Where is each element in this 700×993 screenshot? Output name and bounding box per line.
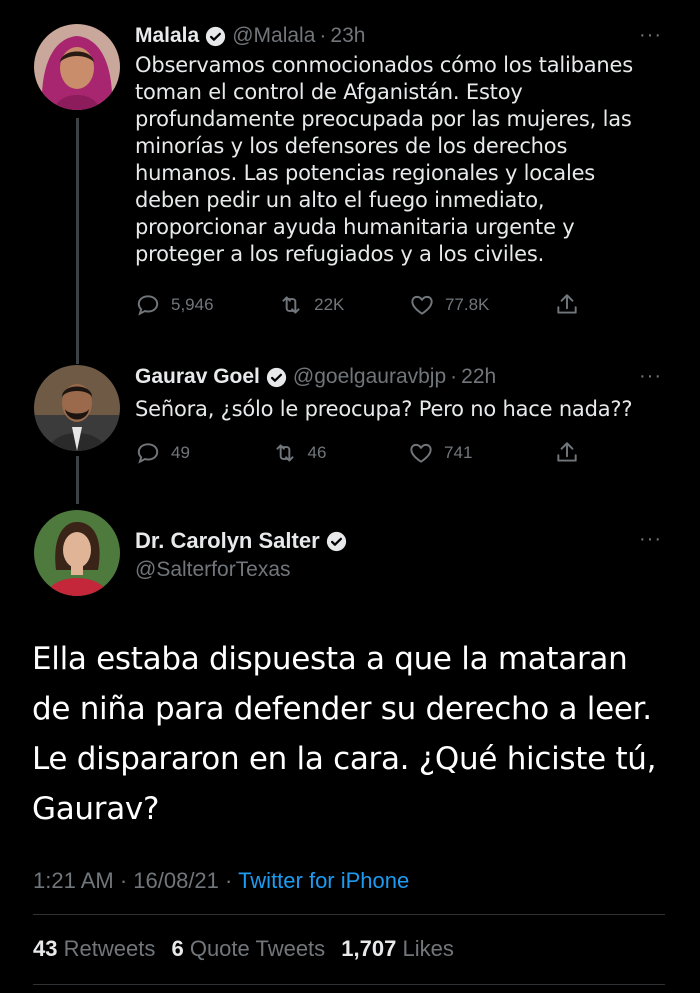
avatar[interactable] (34, 510, 120, 596)
heart-icon (411, 295, 433, 315)
likes-count: 1,707 (341, 936, 397, 961)
reply-button[interactable]: 49 (135, 440, 190, 466)
divider (33, 984, 665, 985)
verified-badge-icon (266, 367, 287, 387)
retweet-button[interactable]: 22K (278, 292, 344, 318)
separator-dot: · (450, 365, 458, 388)
share-button[interactable] (554, 292, 580, 318)
share-button[interactable] (554, 440, 580, 466)
tweet-metadata: 1:21 AM · 16/08/21 · Twitter for iPhone (33, 868, 409, 894)
share-icon (557, 442, 577, 462)
tweet-actions: 5,946 22K 77.8K (135, 292, 580, 318)
like-count: 741 (444, 443, 473, 462)
heart-icon (410, 443, 432, 463)
author-handle[interactable]: @goelgauravbjp (293, 365, 446, 389)
like-button[interactable]: 741 (408, 440, 472, 466)
author-handle[interactable]: @Malala (232, 24, 315, 48)
retweets-label: Retweets (63, 936, 156, 961)
quote-tweets-count: 6 (171, 936, 184, 961)
retweets-stat[interactable]: 43 Retweets (33, 936, 155, 961)
reply-button[interactable]: 5,946 (135, 292, 214, 318)
author-name[interactable]: Gaurav Goel (135, 365, 260, 389)
retweets-count: 43 (33, 936, 58, 961)
retweet-icon (282, 296, 300, 314)
reply-icon (137, 443, 159, 464)
tweet-source-link[interactable]: Twitter for iPhone (238, 868, 409, 893)
tweet-time[interactable]: 22h (461, 365, 496, 389)
more-options-icon[interactable]: ··· (639, 24, 662, 47)
author-handle[interactable]: @SalterforTexas (135, 558, 291, 582)
tweet-text: Señora, ¿sólo le preocupa? Pero no hace … (135, 397, 633, 421)
author-row: Malala @Malala · 23h (135, 24, 365, 48)
retweet-count: 22K (314, 295, 345, 314)
author-name[interactable]: Malala (135, 24, 199, 48)
like-button[interactable]: 77.8K (409, 292, 489, 318)
avatar[interactable] (34, 24, 120, 110)
divider (33, 914, 665, 915)
verified-badge-icon (326, 531, 346, 551)
separator-dot: · (319, 24, 327, 47)
like-count: 77.8K (444, 295, 490, 314)
avatar[interactable] (34, 365, 120, 451)
tweet-main: Dr. Carolyn Salter @SalterforTexas ··· E… (0, 490, 700, 993)
more-options-icon[interactable]: ··· (639, 365, 662, 388)
retweet-button[interactable]: 46 (272, 440, 327, 466)
tweet-timestamp[interactable]: 1:21 AM · 16/08/21 · (33, 868, 238, 893)
reply-count: 5,946 (171, 295, 214, 314)
likes-stat[interactable]: 1,707 Likes (341, 936, 454, 961)
reply-icon (137, 295, 159, 316)
retweet-icon (275, 444, 294, 462)
quote-tweets-stat[interactable]: 6 Quote Tweets (171, 936, 325, 961)
more-options-icon[interactable]: ··· (639, 528, 662, 551)
quote-tweets-label: Quote Tweets (189, 936, 326, 961)
likes-label: Likes (402, 936, 454, 961)
author-row: Dr. Carolyn Salter (135, 528, 353, 554)
retweet-count: 46 (307, 443, 327, 462)
engagement-stats: 43 Retweets 6 Quote Tweets 1,707 Likes (33, 936, 464, 962)
tweet-time[interactable]: 23h (330, 24, 365, 48)
author-name[interactable]: Dr. Carolyn Salter (135, 528, 320, 554)
reply-count: 49 (171, 443, 190, 462)
tweet-text: Ella estaba dispuesta a que la mataran d… (32, 641, 657, 827)
tweet-actions: 49 46 741 (135, 440, 580, 466)
share-icon (557, 294, 577, 314)
tweet-malala[interactable]: Malala @Malala · 23h ··· Observamos conm… (0, 0, 700, 340)
verified-badge-icon (206, 26, 226, 46)
tweet-gaurav[interactable]: Gaurav Goel @goelgauravbjp · 22h ··· Señ… (0, 340, 700, 490)
tweet-text: Observamos conmocionados cómo los taliba… (135, 53, 633, 266)
author-row: Gaurav Goel @goelgauravbjp · 22h (135, 365, 496, 389)
